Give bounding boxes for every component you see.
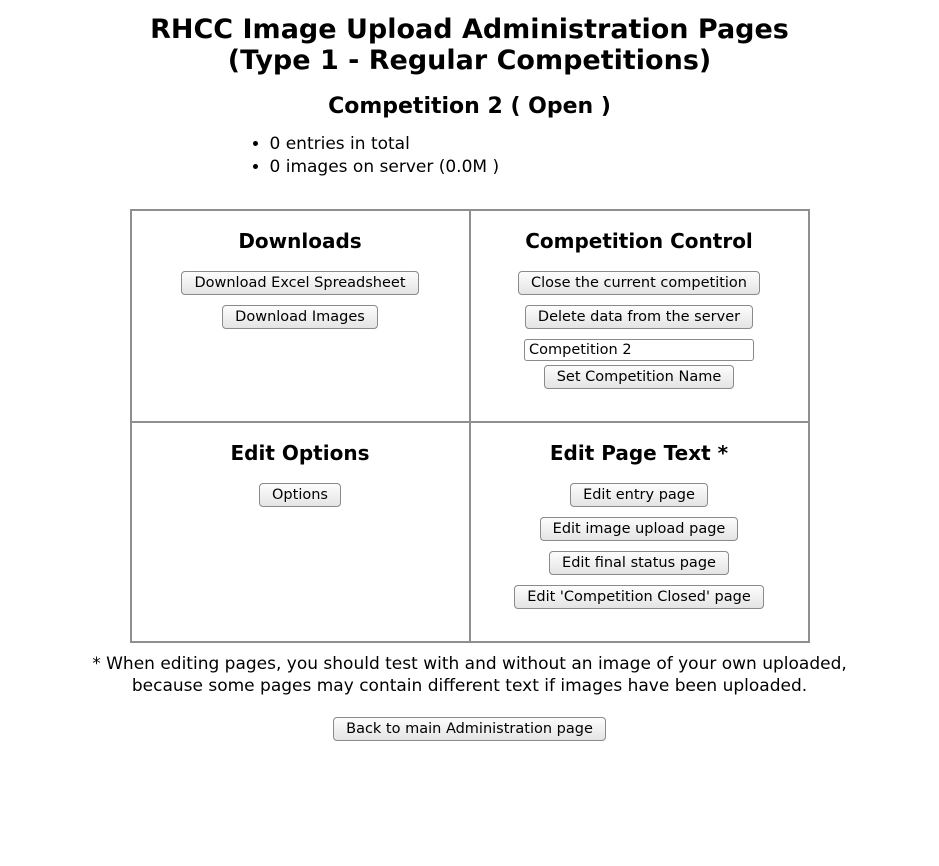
page-title-line1: RHCC Image Upload Administration Pages (150, 14, 789, 45)
back-to-main-button[interactable]: Back to main Administration page (333, 717, 606, 741)
panel-control-title: Competition Control (483, 229, 796, 253)
stats-list: 0 entries in total 0 images on server (0… (250, 133, 690, 179)
edit-closed-page-button[interactable]: Edit 'Competition Closed' page (514, 585, 764, 609)
footnote-text: * When editing pages, you should test wi… (90, 653, 850, 697)
delete-data-button[interactable]: Delete data from the server (525, 305, 753, 329)
panel-competition-control: Competition Control Close the current co… (470, 210, 809, 422)
panel-options-title: Edit Options (144, 441, 457, 465)
edit-entry-page-button[interactable]: Edit entry page (570, 483, 708, 507)
panel-pagetext-title: Edit Page Text * (483, 441, 796, 465)
options-button[interactable]: Options (259, 483, 341, 507)
stats-images: 0 images on server (0.0M ) (270, 156, 690, 179)
competition-subtitle: Competition 2 ( Open ) (0, 94, 939, 119)
edit-upload-page-button[interactable]: Edit image upload page (540, 517, 739, 541)
page-title: RHCC Image Upload Administration Pages (… (0, 14, 939, 76)
download-excel-button[interactable]: Download Excel Spreadsheet (181, 271, 418, 295)
panel-downloads-title: Downloads (144, 229, 457, 253)
panel-edit-options: Edit Options Options (131, 422, 470, 642)
page-title-line2: (Type 1 - Regular Competitions) (228, 45, 711, 76)
competition-name-input[interactable] (524, 339, 754, 361)
close-competition-button[interactable]: Close the current competition (518, 271, 760, 295)
edit-status-page-button[interactable]: Edit final status page (549, 551, 729, 575)
panel-edit-page-text: Edit Page Text * Edit entry page Edit im… (470, 422, 809, 642)
admin-panels: Downloads Download Excel Spreadsheet Dow… (130, 209, 810, 643)
download-images-button[interactable]: Download Images (222, 305, 378, 329)
panel-downloads: Downloads Download Excel Spreadsheet Dow… (131, 210, 470, 422)
set-competition-name-button[interactable]: Set Competition Name (544, 365, 735, 389)
stats-entries: 0 entries in total (270, 133, 690, 156)
